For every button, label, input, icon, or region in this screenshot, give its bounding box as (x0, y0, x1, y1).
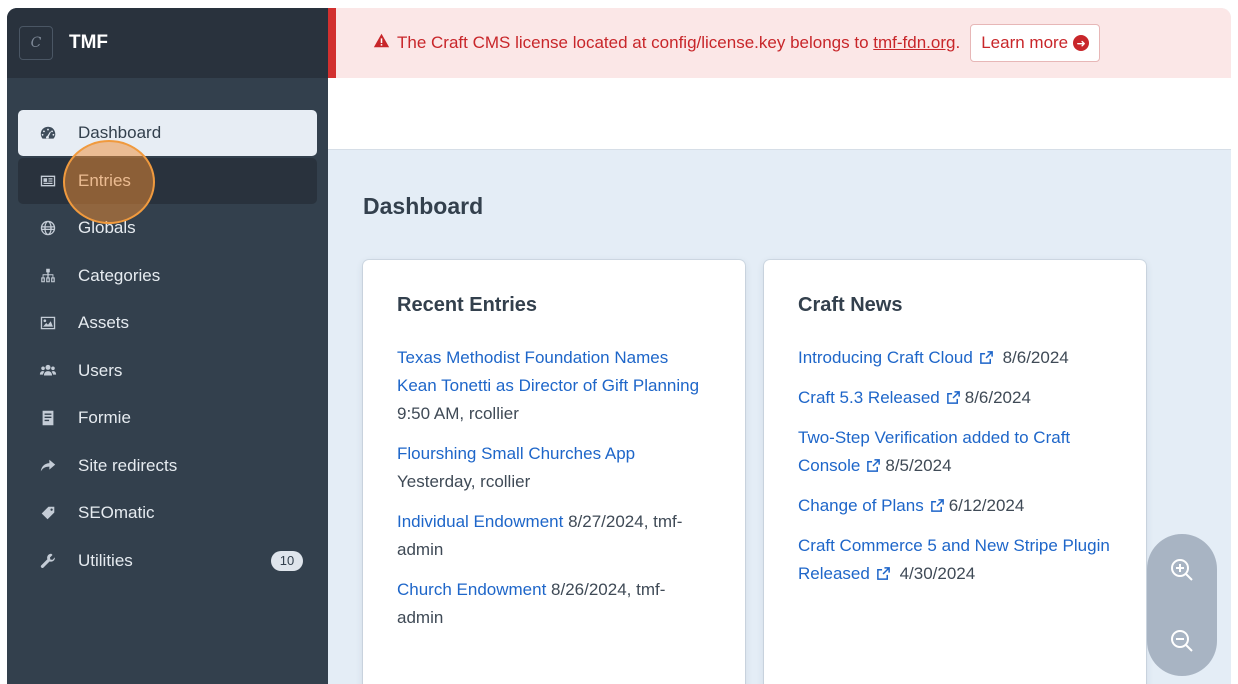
nav-label: Categories (78, 265, 161, 285)
learn-more-label: Learn more (981, 33, 1069, 52)
nav-item-assets[interactable]: Assets (18, 300, 317, 346)
page-toolbar (328, 78, 1231, 150)
page-title: Dashboard (363, 193, 484, 219)
entry-link[interactable]: Church Endowment (397, 580, 546, 599)
list-item: Introducing Craft Cloud 8/6/2024 (798, 344, 1112, 372)
news-date: 4/30/2024 (899, 564, 976, 583)
gauge-icon (38, 123, 58, 143)
entry-link[interactable]: Individual Endowment (397, 512, 563, 531)
nav-item-users[interactable]: Users (18, 348, 317, 394)
nav-item-dashboard[interactable]: Dashboard (18, 110, 317, 156)
news-link[interactable]: Introducing Craft Cloud (798, 348, 973, 367)
zoom-out-icon (1171, 629, 1193, 652)
news-date: 8/6/2024 (1002, 348, 1069, 367)
newspaper-icon (38, 171, 58, 191)
image-icon (38, 313, 58, 333)
news-date: 6/12/2024 (948, 496, 1025, 515)
list-item: Craft Commerce 5 and New Stripe Plugin R… (798, 532, 1112, 588)
list-item: Texas Methodist Foundation Names Kean To… (397, 344, 711, 428)
news-link[interactable]: Craft 5.3 Released (798, 388, 940, 407)
warning-icon (373, 32, 390, 54)
share-arrow-icon (38, 456, 58, 476)
nav-item-utilities[interactable]: Utilities 10 (18, 538, 317, 584)
nav-item-formie[interactable]: Formie (18, 395, 317, 441)
zoom-out-button[interactable] (1165, 624, 1199, 658)
nav-item-seomatic[interactable]: SEOmatic (18, 490, 317, 536)
craft-news-widget: Craft News Introducing Craft Cloud 8/6/2… (764, 260, 1146, 684)
nav-label: Globals (78, 218, 136, 237)
widget-title: Recent Entries (397, 294, 538, 316)
nav-item-site-redirects[interactable]: Site redirects (18, 443, 317, 489)
nav-label: Utilities (78, 550, 133, 570)
nav-item-entries[interactable]: Entries (18, 157, 317, 204)
globe-icon (38, 218, 58, 238)
alert-text-end: . (955, 33, 961, 52)
external-link-icon (979, 346, 994, 364)
list-item: Two-Step Verification added to Craft Con… (798, 424, 1112, 480)
utilities-count-badge: 10 (271, 550, 303, 571)
nav-item-categories[interactable]: Categories (18, 253, 317, 299)
external-link-icon (876, 562, 891, 580)
nav-label: Users (78, 360, 123, 380)
form-icon (38, 408, 58, 428)
external-link-icon (946, 386, 961, 404)
license-alert: The Craft CMS license located at config/… (328, 8, 1231, 78)
main-nav: Dashboard Entries Globals Categories Ass… (18, 110, 317, 585)
zoom-in-icon (1171, 558, 1193, 581)
nav-label: Site redirects (78, 455, 178, 475)
nav-label: Formie (78, 408, 131, 427)
zoom-controls (1147, 534, 1217, 676)
nav-label: Dashboard (78, 123, 162, 142)
nav-label: Assets (78, 313, 130, 332)
entry-link[interactable]: Texas Methodist Foundation Names Kean To… (397, 348, 699, 395)
entry-meta: 9:50 AM, rcollier (397, 404, 519, 423)
external-link-icon (866, 454, 881, 472)
users-icon (38, 361, 58, 381)
arrow-circle-icon: ➜ (1073, 35, 1090, 51)
learn-more-button[interactable]: Learn more ➜ (970, 24, 1101, 62)
list-item: Craft 5.3 Released 8/6/2024 (798, 384, 1112, 412)
site-name[interactable]: TMF (69, 32, 108, 54)
app-window: C TMF Dashboard Entries Globals Categori… (7, 8, 1231, 684)
sitemap-icon (38, 266, 58, 286)
list-item: Church Endowment 8/26/2024, tmf-admin (397, 576, 711, 632)
list-item: Flourshing Small Churches App Yesterday,… (397, 440, 711, 496)
nav-label: SEOmatic (78, 503, 155, 522)
external-link-icon (930, 494, 945, 512)
tag-icon (38, 503, 58, 523)
news-link[interactable]: Change of Plans (798, 496, 924, 515)
recent-entries-widget: Recent Entries Texas Methodist Foundatio… (363, 260, 745, 684)
sidebar: C TMF Dashboard Entries Globals Categori… (7, 8, 328, 684)
news-date: 8/6/2024 (964, 388, 1031, 407)
news-date: 8/5/2024 (885, 456, 952, 475)
entry-link[interactable]: Flourshing Small Churches App (397, 444, 635, 463)
list-item: Change of Plans 6/12/2024 (798, 492, 1112, 520)
zoom-in-button[interactable] (1165, 553, 1199, 587)
alert-text: The Craft CMS license located at config/… (397, 33, 869, 52)
entry-meta: Yesterday, rcollier (397, 472, 531, 491)
list-item: Individual Endowment 8/27/2024, tmf-admi… (397, 508, 711, 564)
wrench-icon (38, 551, 58, 571)
sidebar-header: C TMF (7, 8, 328, 78)
site-logo[interactable]: C (19, 26, 53, 60)
nav-item-globals[interactable]: Globals (18, 205, 317, 251)
nav-label: Entries (78, 170, 131, 190)
license-domain-link[interactable]: tmf-fdn.org (873, 33, 955, 53)
widget-title: Craft News (798, 294, 903, 316)
